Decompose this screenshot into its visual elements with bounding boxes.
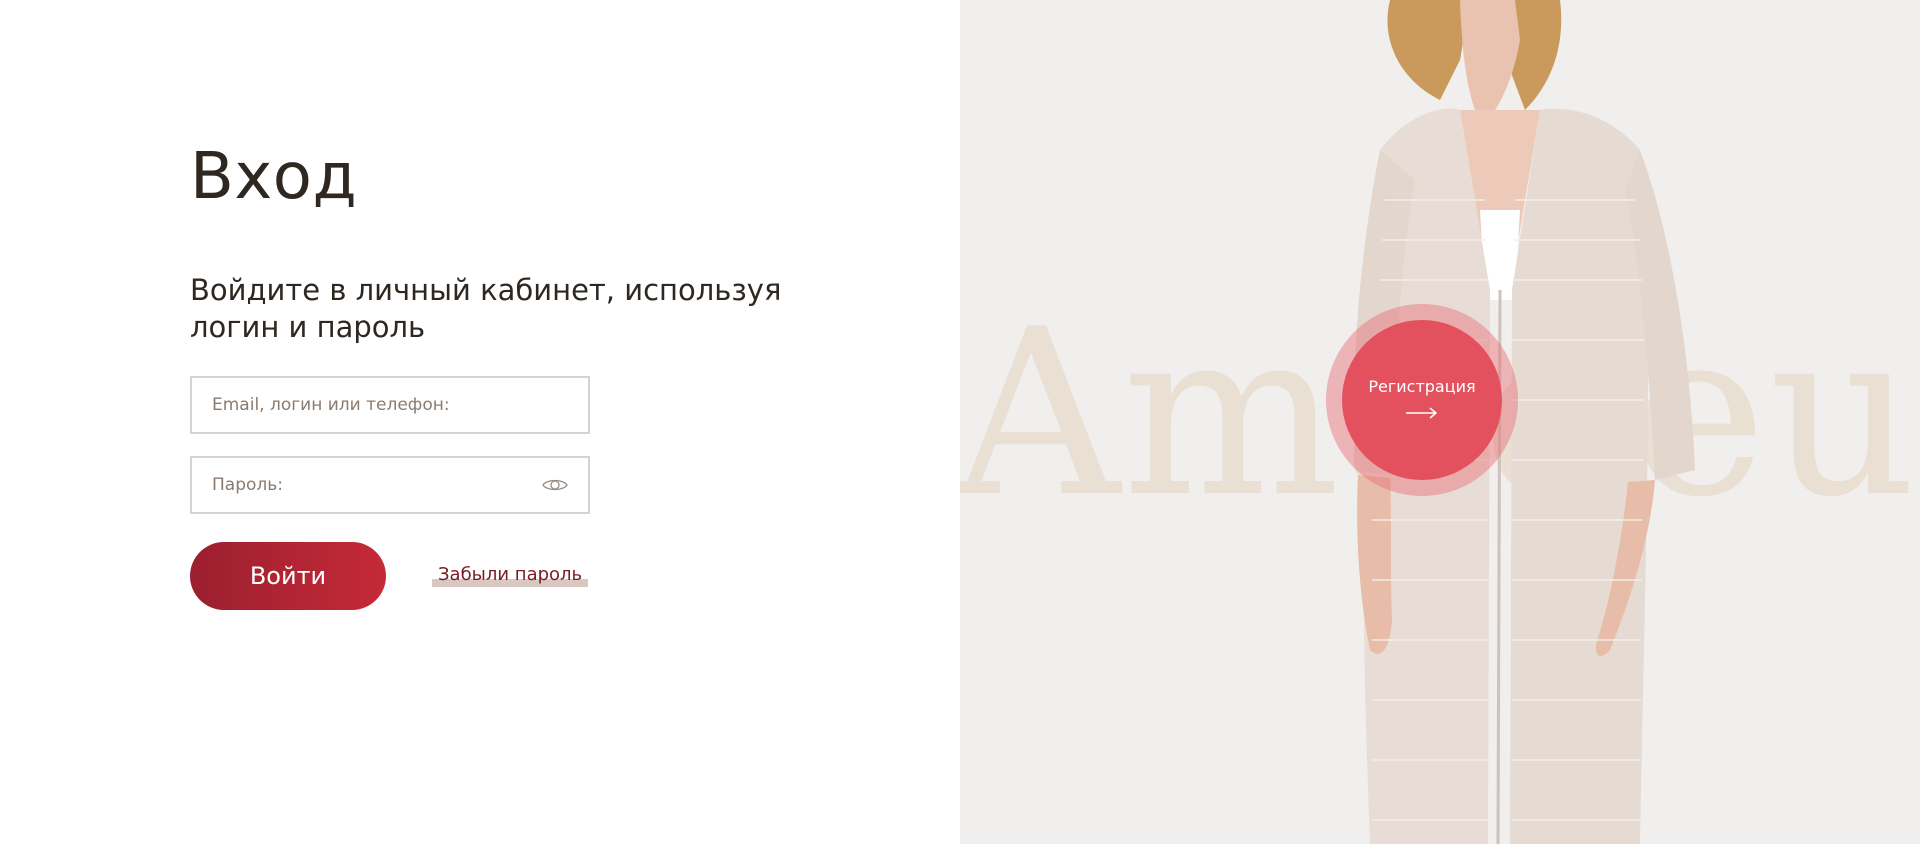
arrow-right-icon [1406,404,1438,423]
submit-button[interactable]: Войти [190,542,386,610]
promo-panel: Amadeus [960,0,1920,844]
login-subtitle: Войдите в личный кабинет, используя логи… [190,273,782,344]
page-title: Вход [190,140,358,214]
login-field-wrapper [190,376,590,434]
eye-icon[interactable] [540,475,570,495]
forgot-password-link[interactable]: Забыли пароль [432,564,589,587]
register-label: Регистрация [1368,377,1476,396]
password-field-wrapper [190,456,590,514]
password-input[interactable] [192,458,588,512]
login-page: Вход Войдите в личный кабинет, используя… [0,0,1920,844]
login-input[interactable] [192,378,588,432]
register-button[interactable]: Регистрация [1342,320,1502,480]
login-panel: Вход Войдите в личный кабинет, используя… [0,0,960,844]
